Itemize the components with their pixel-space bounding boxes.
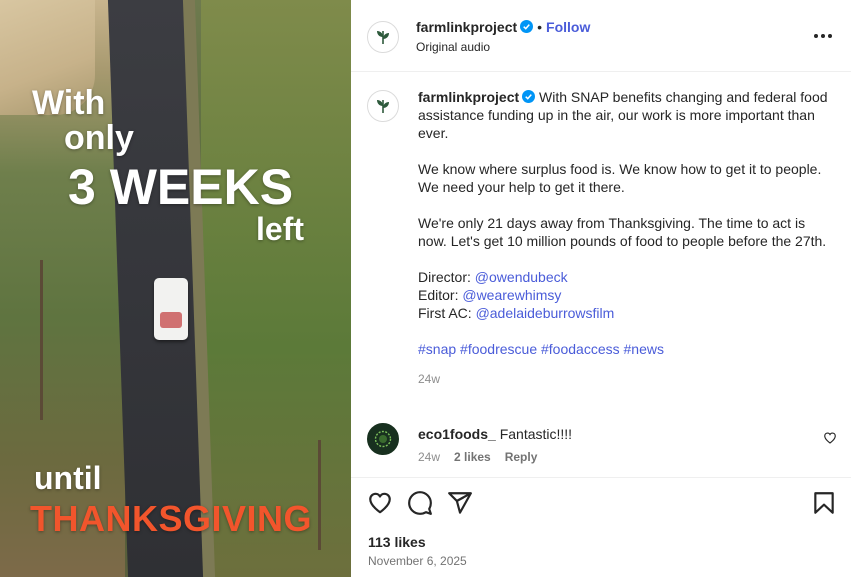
utility-pole: [318, 440, 321, 550]
dot: [828, 34, 832, 38]
comment-text: Fantastic!!!!: [499, 426, 573, 442]
rv-vehicle: [154, 278, 188, 340]
hashtag-link[interactable]: #foodaccess: [541, 341, 620, 357]
heart-icon[interactable]: [367, 490, 393, 516]
avatar[interactable]: [367, 423, 399, 455]
bookmark-icon[interactable]: [811, 490, 837, 516]
verified-badge-icon: [520, 20, 534, 33]
follow-button[interactable]: Follow: [546, 19, 590, 35]
overlay-text-only: only: [64, 119, 134, 157]
dot: [814, 34, 818, 38]
comment-likes[interactable]: 2 likes: [454, 450, 491, 464]
mention-link[interactable]: @owendubeck: [475, 269, 568, 285]
overlay-text-until: until: [34, 460, 102, 496]
hashtags: #snap #foodrescue #foodaccess #news: [418, 340, 828, 358]
post-actions: 113 likes November 6, 2025: [351, 477, 851, 577]
comment-icon[interactable]: [407, 490, 433, 516]
share-icon[interactable]: [447, 490, 473, 516]
post-date: November 6, 2025: [368, 554, 467, 568]
overlay-text-thanksgiving: THANKSGIVING: [30, 498, 313, 539]
caption-paragraph: We know where surplus food is. We know h…: [418, 161, 822, 195]
caption-timestamp[interactable]: 24w: [418, 370, 828, 388]
credit-role: Editor:: [418, 287, 459, 303]
avatar[interactable]: [367, 90, 399, 122]
dot: [821, 34, 825, 38]
username-link[interactable]: farmlinkproject: [418, 89, 519, 105]
caption-body: farmlinkproject With SNAP benefits chang…: [418, 88, 828, 388]
caption-paragraph: farmlinkproject With SNAP benefits chang…: [418, 88, 828, 142]
utility-pole: [40, 260, 43, 420]
field-right: [201, 0, 351, 577]
post-video[interactable]: With only 3 WEEKS left until THANKSGIVIN…: [0, 0, 351, 577]
overlay-text-with: With: [32, 84, 106, 122]
comment-text-row: eco1foods_ Fantastic!!!!: [418, 426, 572, 442]
comment-heart-icon[interactable]: [823, 431, 837, 445]
mention-link[interactable]: @adelaideburrowsfilm: [476, 305, 615, 321]
comment: eco1foods_ Fantastic!!!! 24w 2 likes Reply: [367, 423, 837, 473]
credit-role: First AC:: [418, 305, 472, 321]
hashtag-link[interactable]: #snap: [418, 341, 456, 357]
credit-role: Director:: [418, 269, 471, 285]
hashtag-link[interactable]: #foodrescue: [460, 341, 537, 357]
hashtag-link[interactable]: #news: [624, 341, 664, 357]
verified-badge-icon: [522, 90, 536, 103]
credits: Director: @owendubeck Editor: @wearewhim…: [418, 268, 828, 322]
overlay-text-left: left: [256, 211, 304, 247]
post-header: farmlinkproject • Follow Original audio: [351, 0, 851, 72]
eco-logo-icon: [374, 430, 392, 448]
reply-button[interactable]: Reply: [505, 450, 538, 464]
header-name-row: farmlinkproject • Follow: [416, 19, 590, 35]
commenter-username-link[interactable]: eco1foods_: [418, 426, 496, 442]
avatar[interactable]: [367, 21, 399, 53]
sprout-logo-icon: [377, 100, 389, 114]
post-detail-panel: farmlinkproject • Follow Original audio fa…: [351, 0, 851, 577]
more-options-icon[interactable]: [811, 26, 835, 46]
mention-link[interactable]: @wearewhimsy: [462, 287, 561, 303]
separator-dot: •: [537, 19, 543, 35]
original-audio-link[interactable]: Original audio: [416, 40, 490, 54]
caption-paragraph: We're only 21 days away from Thanksgivin…: [418, 215, 827, 249]
likes-count[interactable]: 113 likes: [368, 534, 426, 550]
comment-meta: 24w 2 likes Reply: [418, 450, 551, 464]
sprout-logo-icon: [377, 31, 389, 45]
username-link[interactable]: farmlinkproject: [416, 19, 517, 35]
comment-timestamp[interactable]: 24w: [418, 450, 440, 464]
overlay-text-weeks: 3 WEEKS: [68, 159, 294, 215]
